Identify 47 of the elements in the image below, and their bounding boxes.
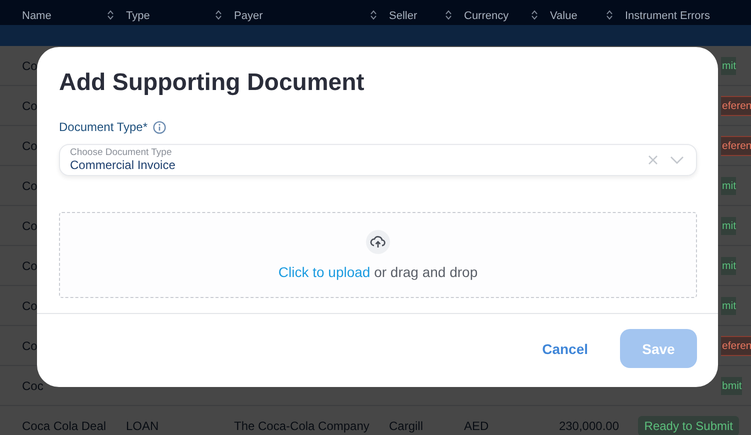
table-cell-text: Co	[21, 258, 38, 272]
table-cell-text: Co	[21, 338, 38, 352]
column-header[interactable]: Name	[20, 10, 124, 25]
table-cell-text: Co	[21, 58, 38, 72]
table-cell-text: The Coca-Cola Company	[233, 418, 370, 432]
column-header[interactable]: Seller	[387, 10, 462, 25]
table-cell-text: Co	[21, 218, 38, 232]
table-cell-text: Coc	[21, 378, 44, 392]
cancel-button[interactable]: Cancel	[542, 340, 588, 356]
status-badge: mit	[721, 56, 736, 74]
table-cell-text: Co	[21, 298, 38, 312]
upload-instructions: Click to upload or drag and drop	[278, 264, 478, 280]
column-header[interactable]: Value	[548, 10, 623, 25]
sort-icon[interactable]	[215, 10, 222, 20]
column-header[interactable]: Type	[124, 10, 232, 25]
status-badge: eferen	[721, 336, 751, 356]
table-cell-text: Co	[21, 178, 38, 192]
table-cell-text: AED	[463, 418, 489, 432]
sort-icon[interactable]	[531, 10, 538, 20]
sort-icon[interactable]	[606, 10, 613, 20]
table-cell-text: LOAN	[125, 418, 159, 432]
sort-icon[interactable]	[370, 10, 377, 20]
field-label: Document Type*	[59, 120, 148, 134]
table-cell-text: Co	[21, 138, 38, 152]
info-icon[interactable]	[152, 120, 166, 134]
sort-icon[interactable]	[107, 10, 114, 20]
column-header[interactable]: Instrument Errors	[623, 10, 751, 25]
select-value: Commercial Invoice	[70, 158, 176, 172]
status-badge: mit	[721, 216, 736, 234]
status-badge: mit	[721, 256, 736, 274]
table-cell-text: Coca Cola Deal	[21, 418, 106, 432]
status-badge: bmit	[721, 376, 742, 394]
table-cell-text: 230,000.00	[558, 418, 620, 432]
sort-icon[interactable]	[445, 10, 452, 20]
select-label: Choose Document Type	[70, 148, 173, 159]
status-badge: eferen	[721, 96, 751, 116]
upload-dropzone[interactable]: Click to upload or drag and drop	[59, 212, 697, 298]
status-badge: mit	[721, 296, 736, 314]
status-badge: eferen	[721, 136, 751, 156]
status-badge: Ready to Submit	[638, 416, 739, 435]
table-cell-text: Cargill	[388, 418, 424, 432]
table-cell-text: Co	[21, 98, 38, 112]
status-badge: mit	[721, 176, 736, 194]
column-header[interactable]: Currency	[462, 10, 548, 25]
upload-cloud-icon	[366, 230, 390, 254]
dialog-title: Add Supporting Document	[59, 69, 366, 97]
column-header[interactable]: Payer	[232, 10, 387, 25]
